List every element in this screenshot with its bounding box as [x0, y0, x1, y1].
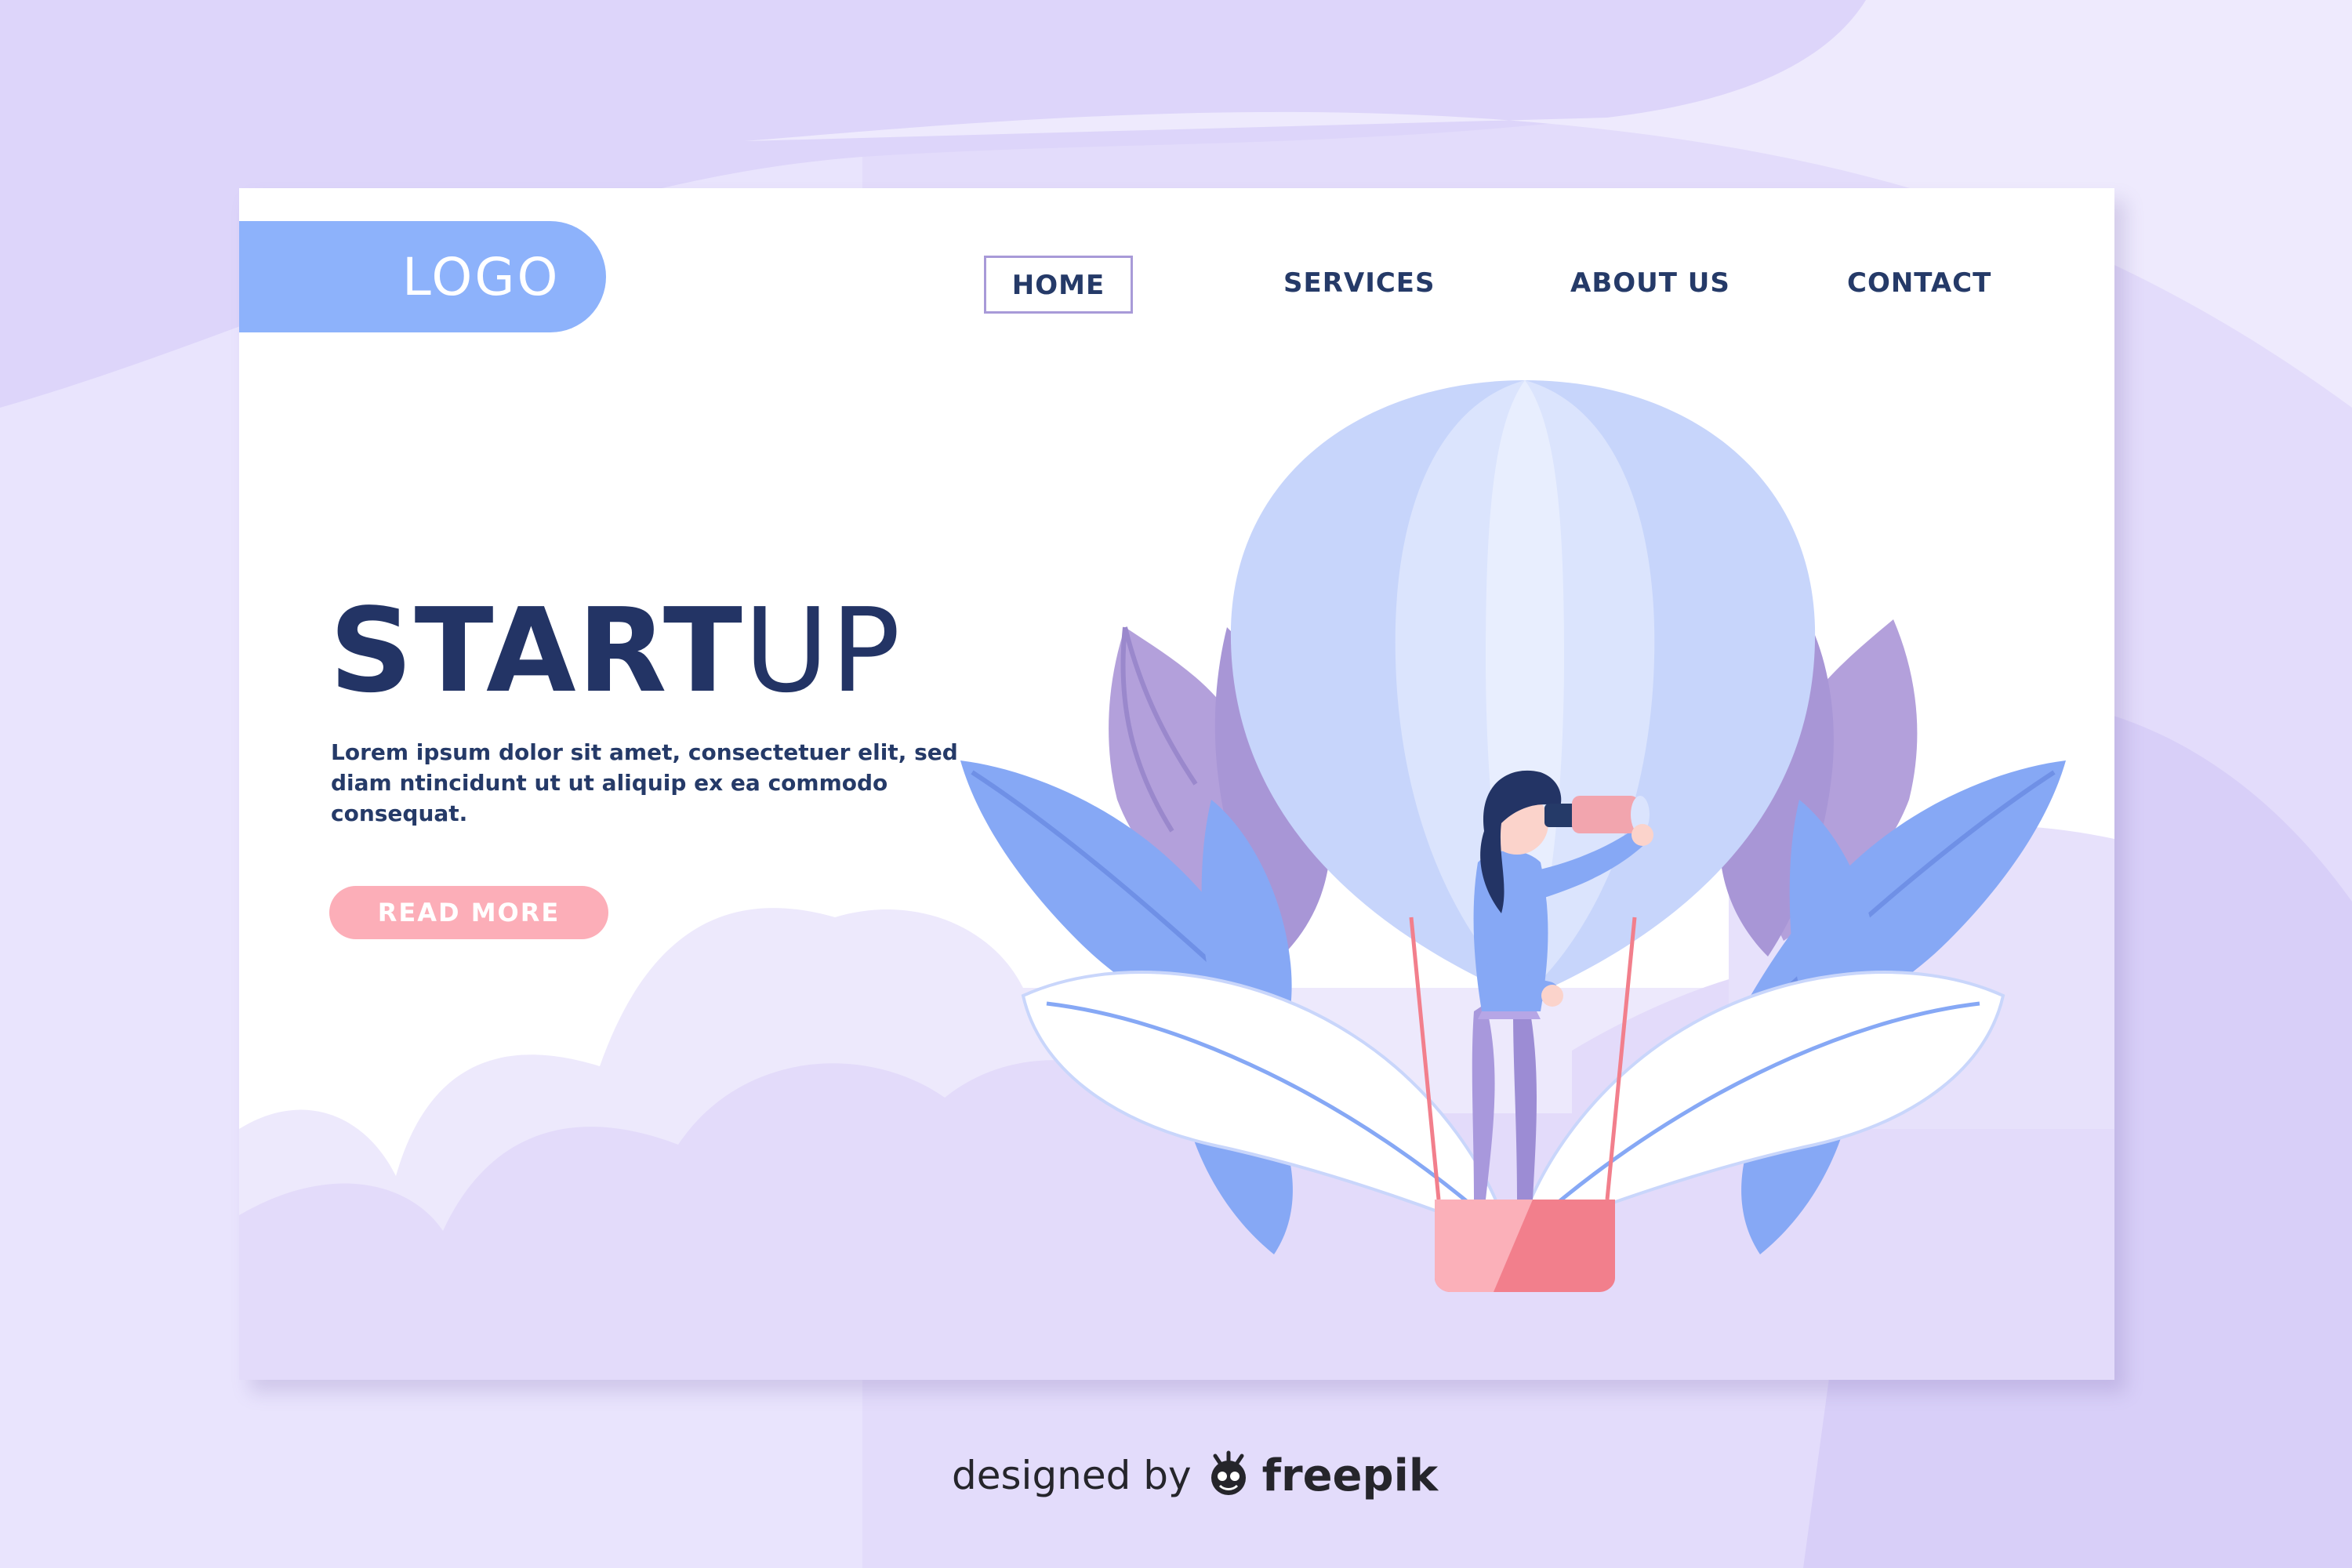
landing-page-card: LOGO HOME SERVICES ABOUT US CONTACT STAR… — [239, 188, 2114, 1380]
freepik-logo-icon — [1210, 1450, 1246, 1495]
design-credit[interactable]: designed by freepik — [952, 1444, 1438, 1507]
hero-title: STARTUP — [329, 580, 902, 721]
read-more-button[interactable]: READ MORE — [329, 886, 608, 939]
logo-text: LOGO — [402, 246, 561, 307]
logo-badge[interactable]: LOGO — [239, 221, 606, 332]
main-navigation: HOME SERVICES ABOUT US CONTACT — [984, 256, 2082, 314]
nav-item-contact[interactable]: CONTACT — [1847, 256, 1991, 314]
hero-title-bold: START — [329, 583, 744, 718]
hero-description: Lorem ipsum dolor sit amet, consectetuer… — [331, 739, 958, 826]
hero-title-light: UP — [743, 583, 902, 718]
nav-item-about-us[interactable]: ABOUT US — [1570, 256, 1730, 314]
nav-item-home[interactable]: HOME — [984, 256, 1133, 314]
credit-brand: freepik — [1261, 1450, 1439, 1501]
nav-item-services[interactable]: SERVICES — [1283, 256, 1436, 314]
credit-prefix: designed by — [952, 1453, 1192, 1498]
landing-page-stage: LOGO HOME SERVICES ABOUT US CONTACT STAR… — [0, 0, 2352, 1568]
balloon-basket — [1435, 1200, 1615, 1292]
